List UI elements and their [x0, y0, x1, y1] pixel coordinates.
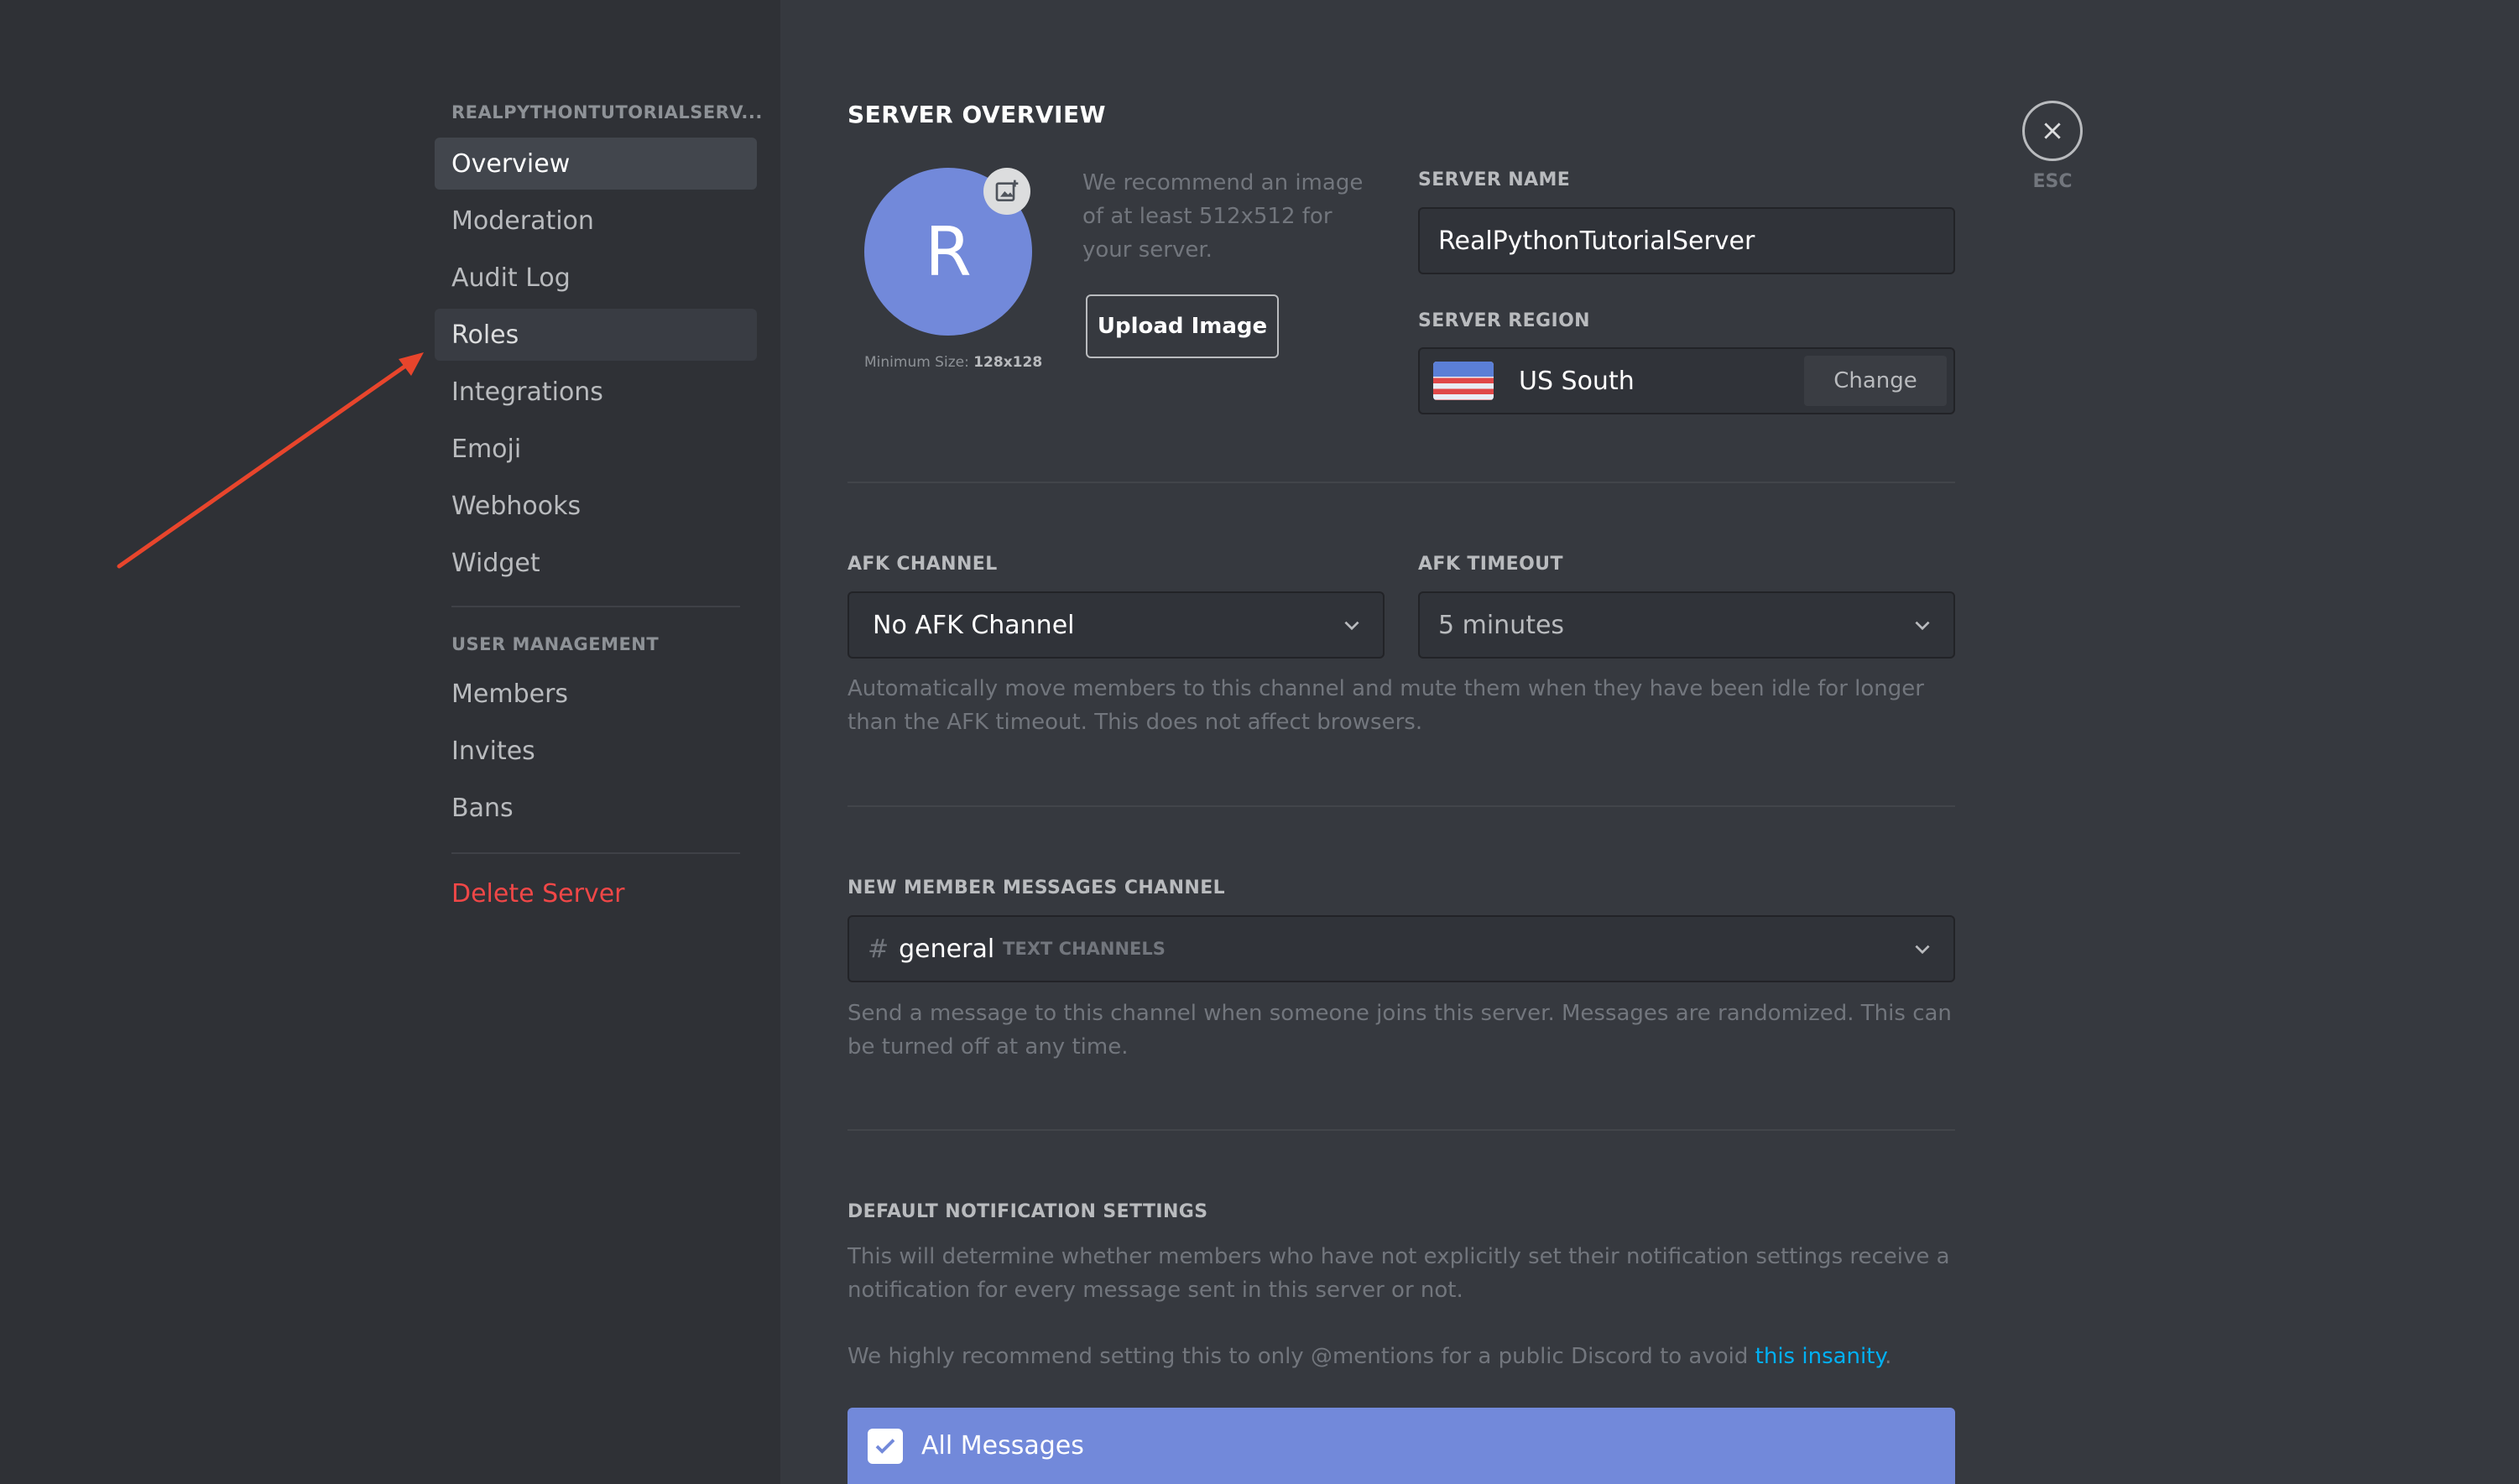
new-member-hint-text: Send a message to this channel when some… — [847, 1001, 1952, 1060]
sidebar-divider — [451, 852, 740, 854]
afk-timeout-select[interactable]: 5 minutes — [1418, 591, 1955, 659]
sidebar-item-label: Overview — [451, 148, 571, 179]
user-management-header: USER MANAGEMENT — [451, 634, 660, 654]
delete-server-button[interactable]: Delete Server — [435, 867, 757, 919]
sidebar-item-roles[interactable]: Roles — [435, 309, 757, 361]
afk-hint-text: Automatically move members to this chann… — [847, 676, 1924, 735]
server-region-label: SERVER REGION — [1418, 310, 1590, 331]
notification-hint-text: This will determine whether members who … — [847, 1244, 1950, 1303]
server-region-value: US South — [1519, 366, 1635, 396]
sidebar-item-moderation[interactable]: Moderation — [435, 195, 757, 247]
add-image-icon[interactable] — [983, 168, 1030, 215]
esc-label: ESC — [2032, 171, 2073, 192]
afk-channel-select[interactable]: No AFK Channel — [847, 591, 1385, 659]
all-messages-label: All Messages — [921, 1431, 1084, 1461]
page-title: SERVER OVERVIEW — [847, 101, 1106, 128]
image-recommendation-text: We recommend an image of at least 512x51… — [1082, 170, 1364, 263]
channel-category: TEXT CHANNELS — [1003, 939, 1166, 959]
sidebar-item-label: Roles — [451, 320, 519, 350]
close-icon — [2044, 122, 2061, 139]
sidebar-item-webhooks[interactable]: Webhooks — [435, 480, 757, 532]
sidebar-item-label: Invites — [451, 736, 535, 766]
all-messages-option[interactable]: All Messages — [847, 1408, 1955, 1484]
checkmark-icon[interactable] — [868, 1428, 903, 1464]
sidebar-item-emoji[interactable]: Emoji — [435, 423, 757, 475]
sidebar-item-audit-log[interactable]: Audit Log — [435, 252, 757, 304]
notification-recommendation-text: We highly recommend setting this to only… — [847, 1344, 1892, 1369]
annotation-arrow-icon — [117, 352, 424, 569]
delete-server-label: Delete Server — [451, 878, 625, 909]
close-button[interactable] — [2022, 101, 2083, 161]
change-region-button[interactable]: Change — [1804, 356, 1947, 406]
notification-settings-label: DEFAULT NOTIFICATION SETTINGS — [847, 1201, 1208, 1222]
us-flag-icon — [1433, 362, 1494, 400]
sidebar-item-bans[interactable]: Bans — [435, 782, 757, 834]
chevron-down-icon — [1915, 945, 1930, 955]
server-name-label: SERVER NAME — [1418, 169, 1571, 190]
afk-timeout-value: 5 minutes — [1438, 610, 1565, 640]
hash-icon: # — [868, 934, 889, 964]
sidebar-item-invites[interactable]: Invites — [435, 725, 757, 777]
sidebar-item-integrations[interactable]: Integrations — [435, 366, 757, 418]
sidebar-item-members[interactable]: Members — [435, 668, 757, 720]
afk-channel-value: No AFK Channel — [873, 610, 1075, 640]
channel-name: general — [899, 934, 995, 964]
server-name-header: REALPYTHONTUTORIALSERV... — [451, 102, 763, 122]
sidebar-item-label: Emoji — [451, 434, 522, 464]
sidebar-divider — [451, 606, 740, 607]
sidebar-item-label: Bans — [451, 793, 514, 823]
avatar-initial: R — [925, 212, 972, 291]
sidebar-item-overview[interactable]: Overview — [435, 138, 757, 190]
sidebar-item-label: Integrations — [451, 377, 603, 407]
section-divider — [847, 482, 1955, 483]
chevron-down-icon — [1344, 621, 1359, 631]
upload-image-button[interactable]: Upload Image — [1086, 294, 1279, 358]
section-divider — [847, 1129, 1955, 1131]
server-region-field: US South Change — [1418, 347, 1955, 414]
sidebar-item-label: Webhooks — [451, 491, 582, 521]
server-name-input[interactable]: RealPythonTutorialServer — [1418, 207, 1955, 274]
sidebar-item-label: Audit Log — [451, 263, 571, 293]
afk-channel-label: AFK CHANNEL — [847, 554, 998, 575]
this-insanity-link[interactable]: this insanity — [1755, 1344, 1885, 1369]
chevron-down-icon — [1915, 621, 1930, 631]
sidebar-item-label: Widget — [451, 548, 540, 578]
minimum-size-text: Minimum Size: 128x128 — [864, 354, 1043, 371]
sidebar-item-widget[interactable]: Widget — [435, 537, 757, 589]
new-member-channel-select[interactable]: # general TEXT CHANNELS — [847, 915, 1955, 982]
section-divider — [847, 805, 1955, 807]
afk-timeout-label: AFK TIMEOUT — [1418, 554, 1563, 575]
sidebar-item-label: Members — [451, 679, 569, 709]
new-member-channel-label: NEW MEMBER MESSAGES CHANNEL — [847, 877, 1226, 898]
sidebar-item-label: Moderation — [451, 206, 594, 236]
